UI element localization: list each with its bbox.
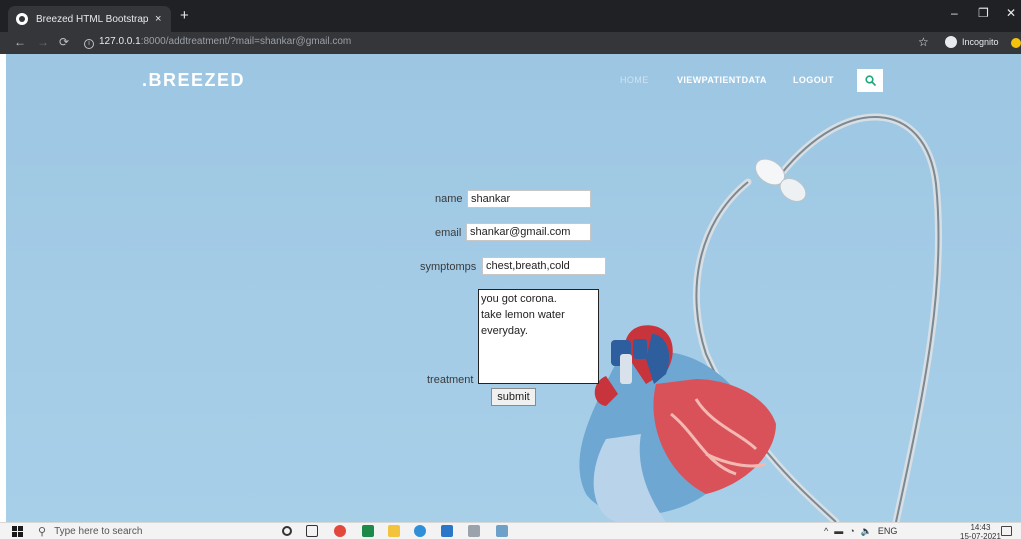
taskbar-clock[interactable]: 14:43 15-07-2021 [960, 523, 1001, 539]
file-explorer-icon[interactable] [388, 525, 400, 537]
url-host: 127.0.0.1 [99, 36, 141, 47]
url-path: :8000/addtreatment/?mail=shankar@gmail.c… [140, 36, 352, 47]
store-app-icon[interactable] [441, 525, 453, 537]
name-input[interactable] [467, 190, 591, 208]
new-tab-button[interactable]: + [180, 8, 189, 23]
symptoms-input[interactable] [482, 257, 606, 275]
browser-tab-strip: Breezed HTML Bootstrap Templa × + – ❐ ✕ [0, 0, 1021, 32]
search-button[interactable] [857, 69, 883, 92]
treatment-label: treatment [427, 374, 474, 386]
bookmark-star-icon[interactable]: ☆ [918, 35, 929, 49]
medical-background-illustration [579, 113, 943, 522]
taskbar-search-placeholder: Type here to search [54, 526, 143, 537]
taskbar-search-icon: ⚲ [38, 526, 47, 538]
url-field[interactable]: i 127.0.0.1:8000/addtreatment/?mail=shank… [84, 36, 351, 49]
notification-center-icon[interactable] [1001, 526, 1012, 536]
tab-title: Breezed HTML Bootstrap Templa [36, 13, 151, 25]
minimize-window-button[interactable]: – [951, 6, 958, 20]
treatment-textarea[interactable]: you got corona. take lemon water everyda… [478, 289, 599, 384]
incognito-label: Incognito [962, 37, 999, 47]
address-bar-row: ← → ⟳ i 127.0.0.1:8000/addtreatment/?mail… [0, 32, 1021, 54]
taskbar-search-box[interactable]: ⚲ Type here to search [38, 525, 142, 538]
search-icon [864, 75, 876, 86]
task-view-icon[interactable] [306, 525, 318, 537]
tab-close-icon[interactable]: × [155, 13, 161, 25]
name-label: name [435, 193, 463, 205]
browser-tab[interactable]: Breezed HTML Bootstrap Templa × [8, 6, 171, 32]
maximize-window-button[interactable]: ❐ [978, 6, 989, 20]
tray-overflow-icon[interactable]: ^ [824, 526, 828, 537]
system-tray: ^ ▬ ◔ 🔈 ENG [824, 526, 897, 537]
edge-app-icon[interactable] [414, 525, 426, 537]
database-app-icon[interactable] [468, 525, 480, 537]
input-language[interactable]: ENG [878, 526, 898, 537]
back-arrow-icon[interactable]: ← [14, 35, 26, 49]
profile-extension-icon[interactable] [1011, 38, 1021, 48]
forward-arrow-icon[interactable]: → [37, 35, 49, 49]
email-label: email [435, 227, 462, 239]
site-logo[interactable]: .BREEZED [142, 70, 245, 91]
clock-time: 14:43 [970, 523, 991, 532]
nav-home-link[interactable]: HOME [620, 75, 649, 85]
nav-logout-link[interactable]: LOGOUT [793, 75, 834, 85]
incognito-indicator[interactable]: Incognito [945, 36, 999, 48]
symptoms-label: symptomps [420, 261, 477, 273]
volume-icon[interactable]: 🔈 [861, 526, 872, 537]
windows-start-icon[interactable] [12, 526, 23, 537]
web-page: .BREEZED HOME VIEWPATIENTDATA LOGOUT nam… [6, 54, 1021, 522]
submit-button[interactable]: submit [491, 388, 536, 406]
site-favicon-icon [16, 13, 28, 25]
cortana-icon[interactable] [282, 526, 292, 536]
email-input[interactable] [466, 223, 591, 241]
site-info-icon[interactable]: i [84, 39, 94, 49]
windows-taskbar: ⚲ Type here to search ^ ▬ ◔ 🔈 ENG 14:43 … [0, 522, 1021, 539]
paint-app-icon[interactable] [496, 525, 508, 537]
nav-viewpatientdata-link[interactable]: VIEWPATIENTDATA [677, 75, 767, 85]
reload-icon[interactable]: ⟳ [59, 35, 69, 49]
incognito-icon [945, 36, 957, 48]
close-window-button[interactable]: ✕ [1006, 6, 1016, 20]
pycharm-app-icon[interactable] [362, 525, 374, 537]
network-icon[interactable]: ◔ [849, 526, 854, 537]
battery-icon[interactable]: ▬ [834, 526, 843, 537]
chrome-app-icon[interactable] [334, 525, 346, 537]
clock-date: 15-07-2021 [960, 532, 1001, 539]
